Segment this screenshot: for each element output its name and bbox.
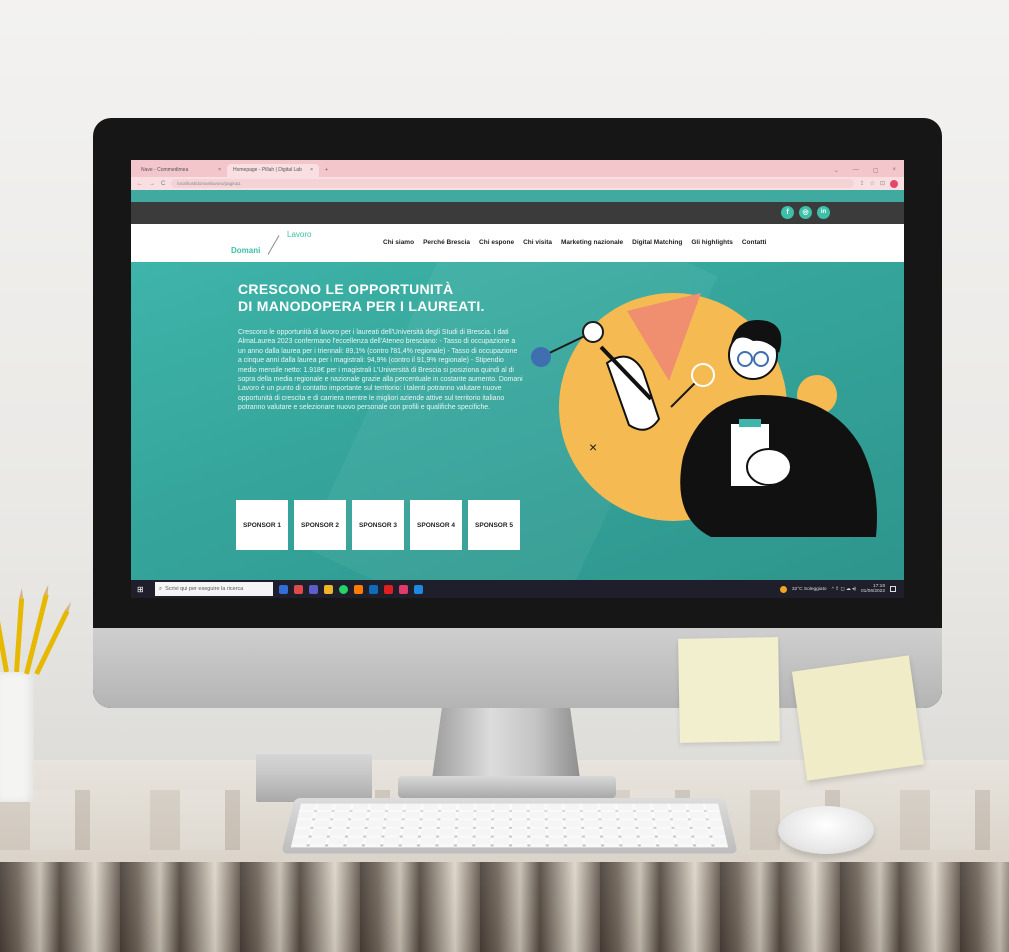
illustrator-app-icon[interactable] [354, 584, 363, 594]
share-icon[interactable]: ⇪ [860, 180, 865, 188]
outlook-app-icon[interactable] [369, 584, 378, 594]
weather-text[interactable]: 32°C Soleggiato [792, 587, 827, 592]
menu-item-marketing-nazionale[interactable]: Marketing nazionale [561, 239, 623, 246]
weather-sun-icon [779, 585, 787, 593]
sticky-note [791, 655, 925, 781]
chrome-app-icon[interactable] [294, 584, 303, 594]
social-bar: f ◎ in [131, 202, 904, 224]
sidebar-icon[interactable]: ⊡ [880, 180, 885, 188]
menu-item-chi-visita[interactable]: Chi visita [523, 239, 552, 246]
site-navigation: Lavoro Domani Chi siamo Perché Brescia C… [131, 224, 904, 262]
facebook-icon[interactable]: f [781, 206, 794, 219]
system-tray: 32°C Soleggiato ^ ⇧ ◻ ☁ ◂) 17:18 01/06/2… [779, 584, 904, 595]
blue-node-dot [531, 347, 551, 367]
search-icon: ⌕ [159, 585, 163, 592]
windows-taskbar: ⊞ ⌕ Scrivi qui per eseguire la ricerca 3… [131, 580, 904, 598]
hero-illustration: × [531, 293, 877, 537]
close-icon[interactable]: × [218, 167, 221, 174]
photoshop-app-icon[interactable] [414, 584, 423, 594]
reload-icon[interactable]: C [161, 181, 165, 187]
keyboard [281, 798, 738, 854]
close-icon[interactable]: × [310, 167, 313, 174]
monitor-stand-base [398, 776, 616, 798]
mouse [778, 806, 874, 854]
url-input[interactable]: localhost/domanilavoro/pagina1 [171, 179, 854, 188]
keyboard-keys [290, 803, 729, 848]
silver-box [256, 754, 372, 802]
minimize-icon[interactable]: — [853, 167, 859, 174]
sponsor-row: SPONSOR 1 SPONSOR 2 SPONSOR 3 SPONSOR 4 … [236, 500, 520, 550]
monitor-stand [431, 700, 581, 786]
tab-title: Nave - Commedimea [141, 167, 189, 173]
close-window-icon[interactable]: × [892, 167, 896, 174]
menu-item-highlights[interactable]: Gli highlights [691, 239, 733, 246]
menu-item-digital-matching[interactable]: Digital Matching [632, 239, 682, 246]
browser-tab-bar: Nave - Commedimea × Homepage - Pillah | … [131, 160, 904, 177]
hero-title: CRESCONO LE OPPORTUNITÀ DI MANODOPERA PE… [238, 281, 528, 315]
new-tab-icon[interactable]: + [319, 164, 333, 177]
main-menu: Chi siamo Perché Brescia Chi espone Chi … [383, 239, 766, 246]
url-icons: ⇪ ☆ ⊡ [860, 179, 898, 188]
clock-date: 01/06/2022 [860, 589, 885, 594]
logo-word-domani[interactable]: Domani [231, 246, 260, 255]
acrobat-app-icon[interactable] [384, 584, 393, 594]
taskbar-search-box[interactable]: ⌕ Scrivi qui per eseguire la ricerca [155, 582, 273, 596]
sponsor-tile[interactable]: SPONSOR 3 [352, 500, 404, 550]
pencil-cup [0, 672, 34, 802]
browser-tab[interactable]: Nave - Commedimea × [135, 164, 227, 177]
search-placeholder: Scrivi qui per eseguire la ricerca [165, 586, 244, 592]
notification-icon[interactable] [890, 586, 896, 592]
logo-slash [267, 235, 280, 255]
menu-item-chi-siamo[interactable]: Chi siamo [383, 239, 414, 246]
yellow-node-dot [691, 363, 715, 387]
hero-title-line: CRESCONO LE OPPORTUNITÀ [238, 281, 454, 297]
menu-item-contatti[interactable]: Contatti [742, 239, 767, 246]
desk-edge [0, 862, 1009, 952]
sponsor-tile[interactable]: SPONSOR 4 [410, 500, 462, 550]
window-controls: ⌄ — ▢ × [826, 164, 904, 177]
menu-item-perche-brescia[interactable]: Perché Brescia [423, 239, 470, 246]
windows-start-icon[interactable]: ⊞ [137, 585, 149, 594]
address-bar: ← → C localhost/domanilavoro/pagina1 ⇪ ☆… [131, 177, 904, 190]
white-node-dot [582, 321, 604, 343]
whatsapp-app-icon[interactable] [339, 584, 348, 594]
hero-body-text: Crescono le opportunità di lavoro per i … [238, 329, 523, 412]
browser-tab-active[interactable]: Homepage - Pillah | Digital Lab × [227, 164, 319, 177]
logo-word-lavoro[interactable]: Lavoro [287, 230, 311, 239]
sponsor-tile[interactable]: SPONSOR 1 [236, 500, 288, 550]
bookmark-star-icon[interactable]: ☆ [870, 180, 875, 188]
clipboard-clip [739, 419, 761, 427]
tray-icons[interactable]: ^ ⇧ ◻ ☁ ◂) [832, 587, 856, 592]
hero-title-line: DI MANODOPERA PER I LAUREATI. [238, 298, 485, 314]
tab-search-icon[interactable]: ⌄ [834, 167, 839, 174]
teams-app-icon[interactable] [309, 584, 318, 594]
linkedin-icon[interactable]: in [817, 206, 830, 219]
tab-title: Homepage - Pillah | Digital Lab [233, 167, 302, 173]
clock[interactable]: 17:18 01/06/2022 [861, 584, 885, 595]
files-app-icon[interactable] [324, 584, 333, 594]
profile-avatar[interactable] [890, 179, 898, 188]
back-icon[interactable]: ← [137, 181, 143, 187]
hero-section: CRESCONO LE OPPORTUNITÀ DI MANODOPERA PE… [131, 262, 904, 580]
maximize-icon[interactable]: ▢ [873, 167, 879, 174]
close-mark-icon: × [589, 439, 597, 455]
sponsor-tile[interactable]: SPONSOR 2 [294, 500, 346, 550]
sponsor-tile[interactable]: SPONSOR 5 [468, 500, 520, 550]
person-hand [746, 448, 792, 486]
forward-icon[interactable]: → [149, 181, 155, 187]
instagram-icon[interactable]: ◎ [799, 206, 812, 219]
menu-item-chi-espone[interactable]: Chi espone [479, 239, 514, 246]
sticky-note [678, 637, 780, 743]
indesign-app-icon[interactable] [399, 584, 408, 594]
explorer-app-icon[interactable] [279, 584, 288, 594]
screen: Nave - Commedimea × Homepage - Pillah | … [131, 160, 904, 598]
